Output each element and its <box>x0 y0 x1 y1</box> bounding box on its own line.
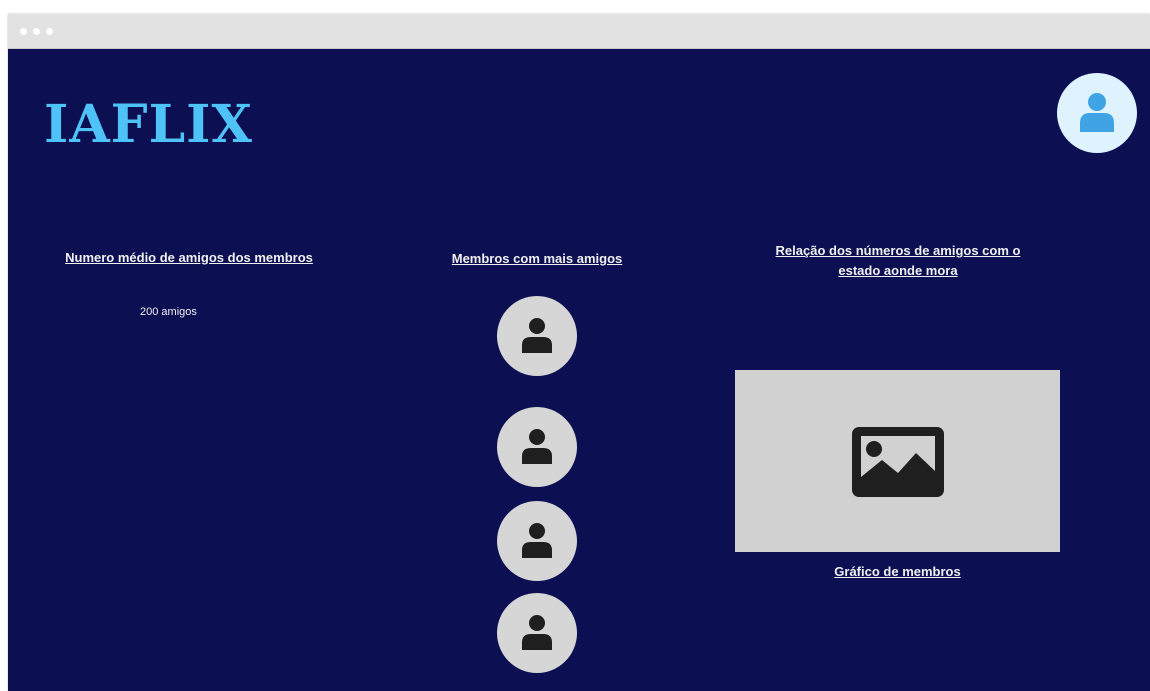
app-logo[interactable]: IAFLIX <box>44 94 253 155</box>
user-icon <box>522 318 552 353</box>
members-chart-placeholder[interactable] <box>735 370 1060 552</box>
relation-title: Relação dos números de amigos com o esta… <box>728 241 1068 281</box>
member-avatar[interactable] <box>497 296 577 376</box>
profile-avatar-button[interactable] <box>1057 73 1137 153</box>
relation-title-line2: estado aonde mora <box>838 263 958 278</box>
member-avatar[interactable] <box>497 407 577 487</box>
user-icon <box>1080 93 1114 132</box>
window-titlebar <box>8 14 1150 49</box>
browser-window: IAFLIX Numero médio de amigos dos membro… <box>8 14 1150 691</box>
window-dot[interactable] <box>46 28 53 35</box>
image-icon <box>852 427 944 497</box>
member-avatar[interactable] <box>497 593 577 673</box>
user-icon <box>522 523 552 558</box>
window-dot[interactable] <box>20 28 27 35</box>
average-friends-title: Numero médio de amigos dos membros <box>65 250 313 265</box>
window-dot[interactable] <box>33 28 40 35</box>
top-members-title: Membros com mais amigos <box>451 251 623 266</box>
members-chart-caption[interactable]: Gráfico de membros <box>735 564 1060 579</box>
average-friends-value: 200 amigos <box>140 306 197 318</box>
member-avatar[interactable] <box>497 501 577 581</box>
user-icon <box>522 429 552 464</box>
user-icon <box>522 615 552 650</box>
relation-title-line1: Relação dos números de amigos com o <box>775 243 1021 258</box>
